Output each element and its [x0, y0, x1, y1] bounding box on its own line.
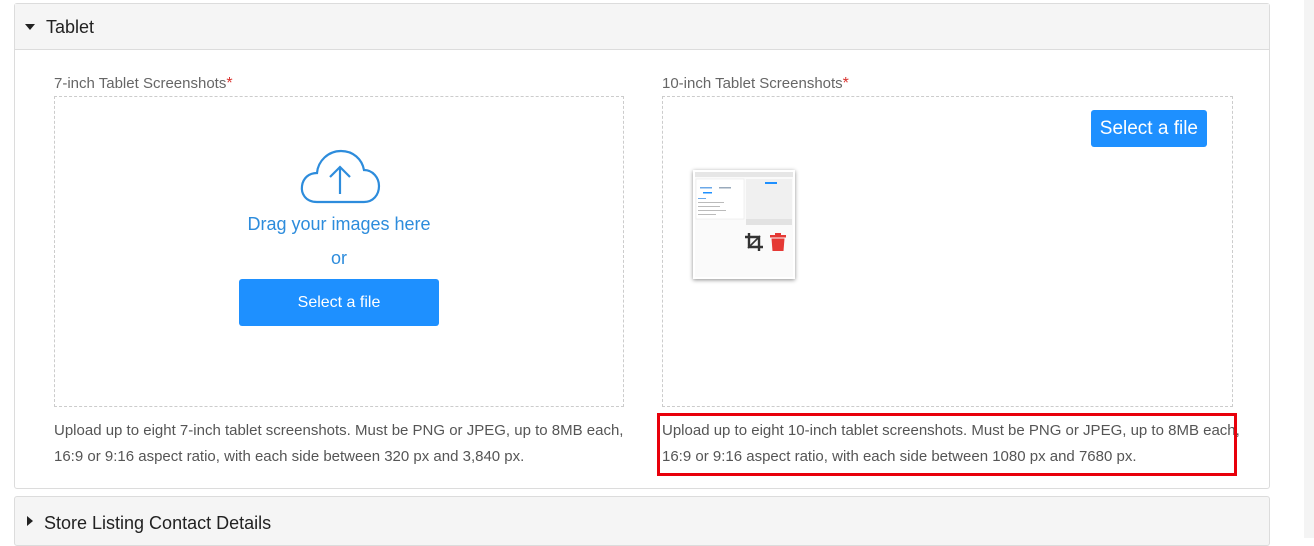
cloud-upload-icon	[300, 149, 381, 204]
screenshot-preview-graphic	[695, 172, 793, 225]
seven-inch-label-text: 7-inch Tablet Screenshots	[54, 75, 227, 92]
seven-inch-label: 7-inch Tablet Screenshots*	[54, 75, 233, 93]
contact-details-panel[interactable]: Store Listing Contact Details	[14, 496, 1270, 546]
required-mark: *	[226, 75, 233, 92]
tablet-panel-header[interactable]: Tablet	[15, 4, 1269, 50]
seven-inch-dropzone[interactable]: Drag your images here or Select a file	[54, 96, 624, 407]
crop-icon[interactable]	[744, 232, 764, 252]
seven-inch-help-line1: Upload up to eight 7-inch tablet screens…	[54, 422, 624, 439]
screenshot-thumbnail[interactable]	[693, 170, 795, 279]
seven-inch-help-line2: 16:9 or 9:16 aspect ratio, with each sid…	[54, 448, 525, 465]
trash-icon[interactable]	[769, 232, 787, 252]
tablet-panel-title[interactable]: Tablet	[46, 17, 94, 38]
ten-inch-label-text: 10-inch Tablet Screenshots	[662, 75, 843, 92]
screenshot-preview-image	[695, 172, 793, 277]
contact-details-title[interactable]: Store Listing Contact Details	[44, 513, 271, 534]
ten-inch-label: 10-inch Tablet Screenshots*	[662, 75, 849, 93]
vertical-scrollbar[interactable]	[1304, 0, 1314, 538]
required-mark: *	[842, 75, 849, 92]
drag-images-text: Drag your images here	[247, 214, 431, 234]
caret-down-icon[interactable]	[25, 24, 35, 30]
highlight-box	[657, 413, 1237, 476]
or-text: or	[330, 248, 347, 268]
ten-inch-dropzone[interactable]: Select a file	[662, 96, 1233, 407]
caret-right-icon[interactable]	[27, 516, 33, 526]
seven-inch-help: Upload up to eight 7-inch tablet screens…	[54, 418, 623, 470]
select-file-button-7inch[interactable]: Select a file	[239, 279, 439, 326]
select-file-button-10inch[interactable]: Select a file	[1090, 110, 1207, 147]
